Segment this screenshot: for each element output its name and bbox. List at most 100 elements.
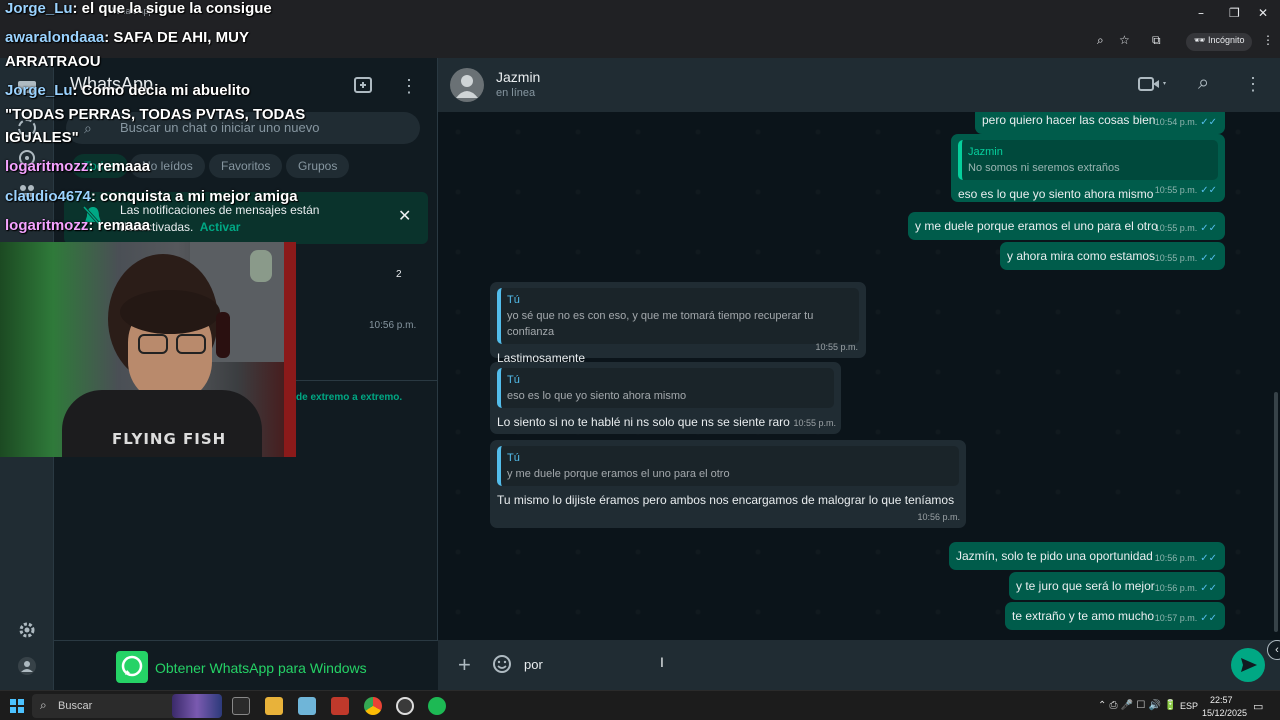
message-time: 10:55 p.m.	[793, 418, 836, 428]
video-call-icon[interactable]	[1138, 76, 1168, 92]
message-time: 10:55 p.m.	[815, 342, 858, 352]
get-app-bar[interactable]: Obtener WhatsApp para Windows	[54, 640, 438, 690]
filter-chip-favorites[interactable]: Favoritos	[209, 154, 283, 178]
webcam-overlay: FLYING FISH	[0, 242, 296, 457]
extensions-icon[interactable]: ⧉	[1152, 33, 1161, 48]
message-bubble-incoming[interactable]: Tú y me duele porque eramos el uno para …	[490, 440, 966, 528]
message-bubble-outgoing[interactable]: y me duele porque eramos el uno para el …	[908, 212, 1225, 240]
message-text: Jazmín, solo te pido una oportunidad	[956, 549, 1153, 563]
message-time: 10:55 p.m.	[1154, 185, 1198, 195]
filter-chip-unread[interactable]: No leídos	[130, 154, 205, 178]
incognito-badge[interactable]: 🕶 Incógnito	[1186, 33, 1253, 51]
new-chat-icon[interactable]	[354, 76, 374, 94]
read-ticks-icon: ✓✓	[1200, 553, 1217, 564]
language-indicator[interactable]: ESP	[1180, 701, 1198, 711]
message-bubble-outgoing[interactable]: pero quiero hacer las cosas bien 10:54 p…	[975, 112, 1225, 134]
close-window-icon[interactable]: ✕	[1258, 6, 1268, 20]
enable-notifications-link[interactable]: Activar	[200, 220, 241, 234]
chat-header[interactable]: Jazmin en línea ⌕ ⋮	[438, 58, 1280, 112]
file-explorer-icon[interactable]	[265, 697, 283, 715]
chat-time: 10:56 p.m.	[369, 320, 417, 331]
windows-start-icon[interactable]	[10, 699, 24, 713]
bookmark-star-icon[interactable]: ☆	[1119, 33, 1130, 47]
profile-icon[interactable]	[17, 656, 37, 676]
message-time: 10:56 p.m.	[917, 512, 960, 522]
send-button[interactable]	[1231, 648, 1265, 682]
channels-icon[interactable]	[17, 148, 37, 168]
obs-icon[interactable]	[396, 697, 414, 715]
quoted-message[interactable]: Jazmin No somos ni seremos extraños	[958, 140, 1218, 180]
tab-title[interactable]: WhatsApp	[112, 6, 154, 16]
message-bubble-outgoing[interactable]: y ahora mira como estamos 10:55 p.m. ✓✓	[1000, 242, 1225, 270]
message-bubble-outgoing[interactable]: Jazmin No somos ni seremos extraños eso …	[951, 134, 1225, 202]
settings-gear-icon[interactable]	[17, 620, 37, 640]
message-input[interactable]: por	[524, 657, 543, 672]
search-icon: ⌕	[84, 120, 92, 136]
panel-menu-icon[interactable]: ⋮	[400, 76, 418, 97]
search-input[interactable]: Buscar un chat o iniciar uno nuevo	[66, 112, 420, 144]
message-text: Tu mismo lo dijiste éramos pero ambos no…	[497, 493, 955, 507]
message-text: te extraño y te amo mucho	[1012, 609, 1155, 623]
sticker-icon[interactable]	[492, 654, 512, 674]
scrollbar[interactable]	[1274, 392, 1278, 632]
search-icon[interactable]: ⌕	[1198, 72, 1209, 95]
quote-author: Jazmin	[968, 146, 1003, 158]
read-ticks-icon: ✓✓	[1200, 117, 1217, 128]
taskbar-search-icon: ⌕	[40, 698, 47, 712]
contact-status: en línea	[496, 87, 536, 99]
browser-chrome: WhatsApp – ❐ ✕ ⌕ ☆ ⧉ 🕶 Incógnito ⋮	[0, 0, 1280, 58]
message-bubble-outgoing[interactable]: y te juro que será lo mejor 10:56 p.m. ✓✓	[1009, 572, 1225, 600]
figure-decoration	[250, 250, 272, 282]
person-fringe	[120, 290, 220, 334]
message-time: 10:56 p.m.	[1154, 553, 1198, 563]
get-app-link[interactable]: Obtener WhatsApp para Windows	[155, 660, 367, 676]
filter-chip-groups[interactable]: Grupos	[286, 154, 350, 178]
message-text: eso es lo que yo siento ahora mismo	[958, 187, 1154, 201]
notice-line1: Las notificaciones de mensajes están	[120, 203, 320, 217]
message-bubble-outgoing[interactable]: te extraño y te amo mucho 10:57 p.m. ✓✓	[1005, 602, 1225, 630]
status-icon[interactable]	[17, 118, 37, 138]
store-icon[interactable]	[298, 697, 316, 715]
quoted-message[interactable]: Tú yo sé que no es con eso, y que me tom…	[497, 288, 859, 344]
message-time: 10:56 p.m.	[1154, 583, 1198, 593]
message-text: y te juro que será lo mejor	[1016, 579, 1155, 593]
minimize-icon[interactable]: –	[1198, 6, 1204, 20]
quoted-message[interactable]: Tú eso es lo que yo siento ahora mismo	[497, 368, 834, 408]
message-bubble-outgoing[interactable]: Jazmín, solo te pido una oportunidad 10:…	[949, 542, 1225, 570]
avatar[interactable]	[450, 68, 484, 102]
app-icon[interactable]	[331, 697, 349, 715]
incognito-label: Incógnito	[1207, 35, 1245, 45]
close-icon[interactable]: ✕	[398, 206, 411, 226]
notice-line2: desactivadas.	[120, 220, 194, 234]
attach-plus-icon[interactable]: +	[458, 652, 471, 678]
task-view-icon[interactable]	[232, 697, 250, 715]
quoted-message[interactable]: Tú y me duele porque eramos el uno para …	[497, 446, 959, 486]
restore-icon[interactable]: ❐	[1229, 6, 1240, 20]
quote-text: No somos ni seremos extraños	[968, 162, 1120, 174]
chrome-icon[interactable]	[364, 697, 382, 715]
quote-text: eso es lo que yo siento ahora mismo	[507, 390, 687, 402]
side-collapse-icon[interactable]: ‹	[1267, 640, 1280, 660]
message-bubble-incoming[interactable]: Tú eso es lo que yo siento ahora mismo L…	[490, 362, 841, 434]
quote-text: y me duele porque eramos el uno para el …	[507, 468, 730, 480]
contact-name[interactable]: Jazmin	[496, 69, 540, 85]
filter-chip-all[interactable]: Todos	[72, 154, 129, 178]
browser-menu-icon[interactable]: ⋮	[1262, 33, 1274, 47]
incognito-icon: 🕶	[1194, 35, 1206, 45]
tray-icons[interactable]: ⌃ ⎙ 🎤 ☐ 🔊 🔋	[1098, 700, 1177, 711]
clock-time[interactable]: 22:57	[1210, 695, 1233, 705]
spotify-icon[interactable]	[428, 697, 446, 715]
message-bubble-incoming[interactable]: Tú yo sé que no es con eso, y que me tom…	[490, 282, 866, 365]
zoom-icon[interactable]: ⌕	[1097, 33, 1104, 48]
message-time: 10:54 p.m.	[1154, 117, 1198, 127]
text-cursor-icon: I	[660, 654, 664, 670]
quote-author: Tú	[507, 374, 520, 386]
communities-icon[interactable]	[17, 180, 37, 200]
chats-icon[interactable]	[17, 80, 37, 96]
chat-menu-icon[interactable]: ⋮	[1244, 74, 1262, 95]
composer-bar: + por I	[438, 640, 1280, 690]
read-ticks-icon: ✓✓	[1200, 613, 1217, 624]
chair-edge	[284, 242, 296, 457]
notification-center-icon[interactable]: ▭	[1253, 700, 1263, 713]
whatsapp-logo-icon	[116, 651, 148, 683]
